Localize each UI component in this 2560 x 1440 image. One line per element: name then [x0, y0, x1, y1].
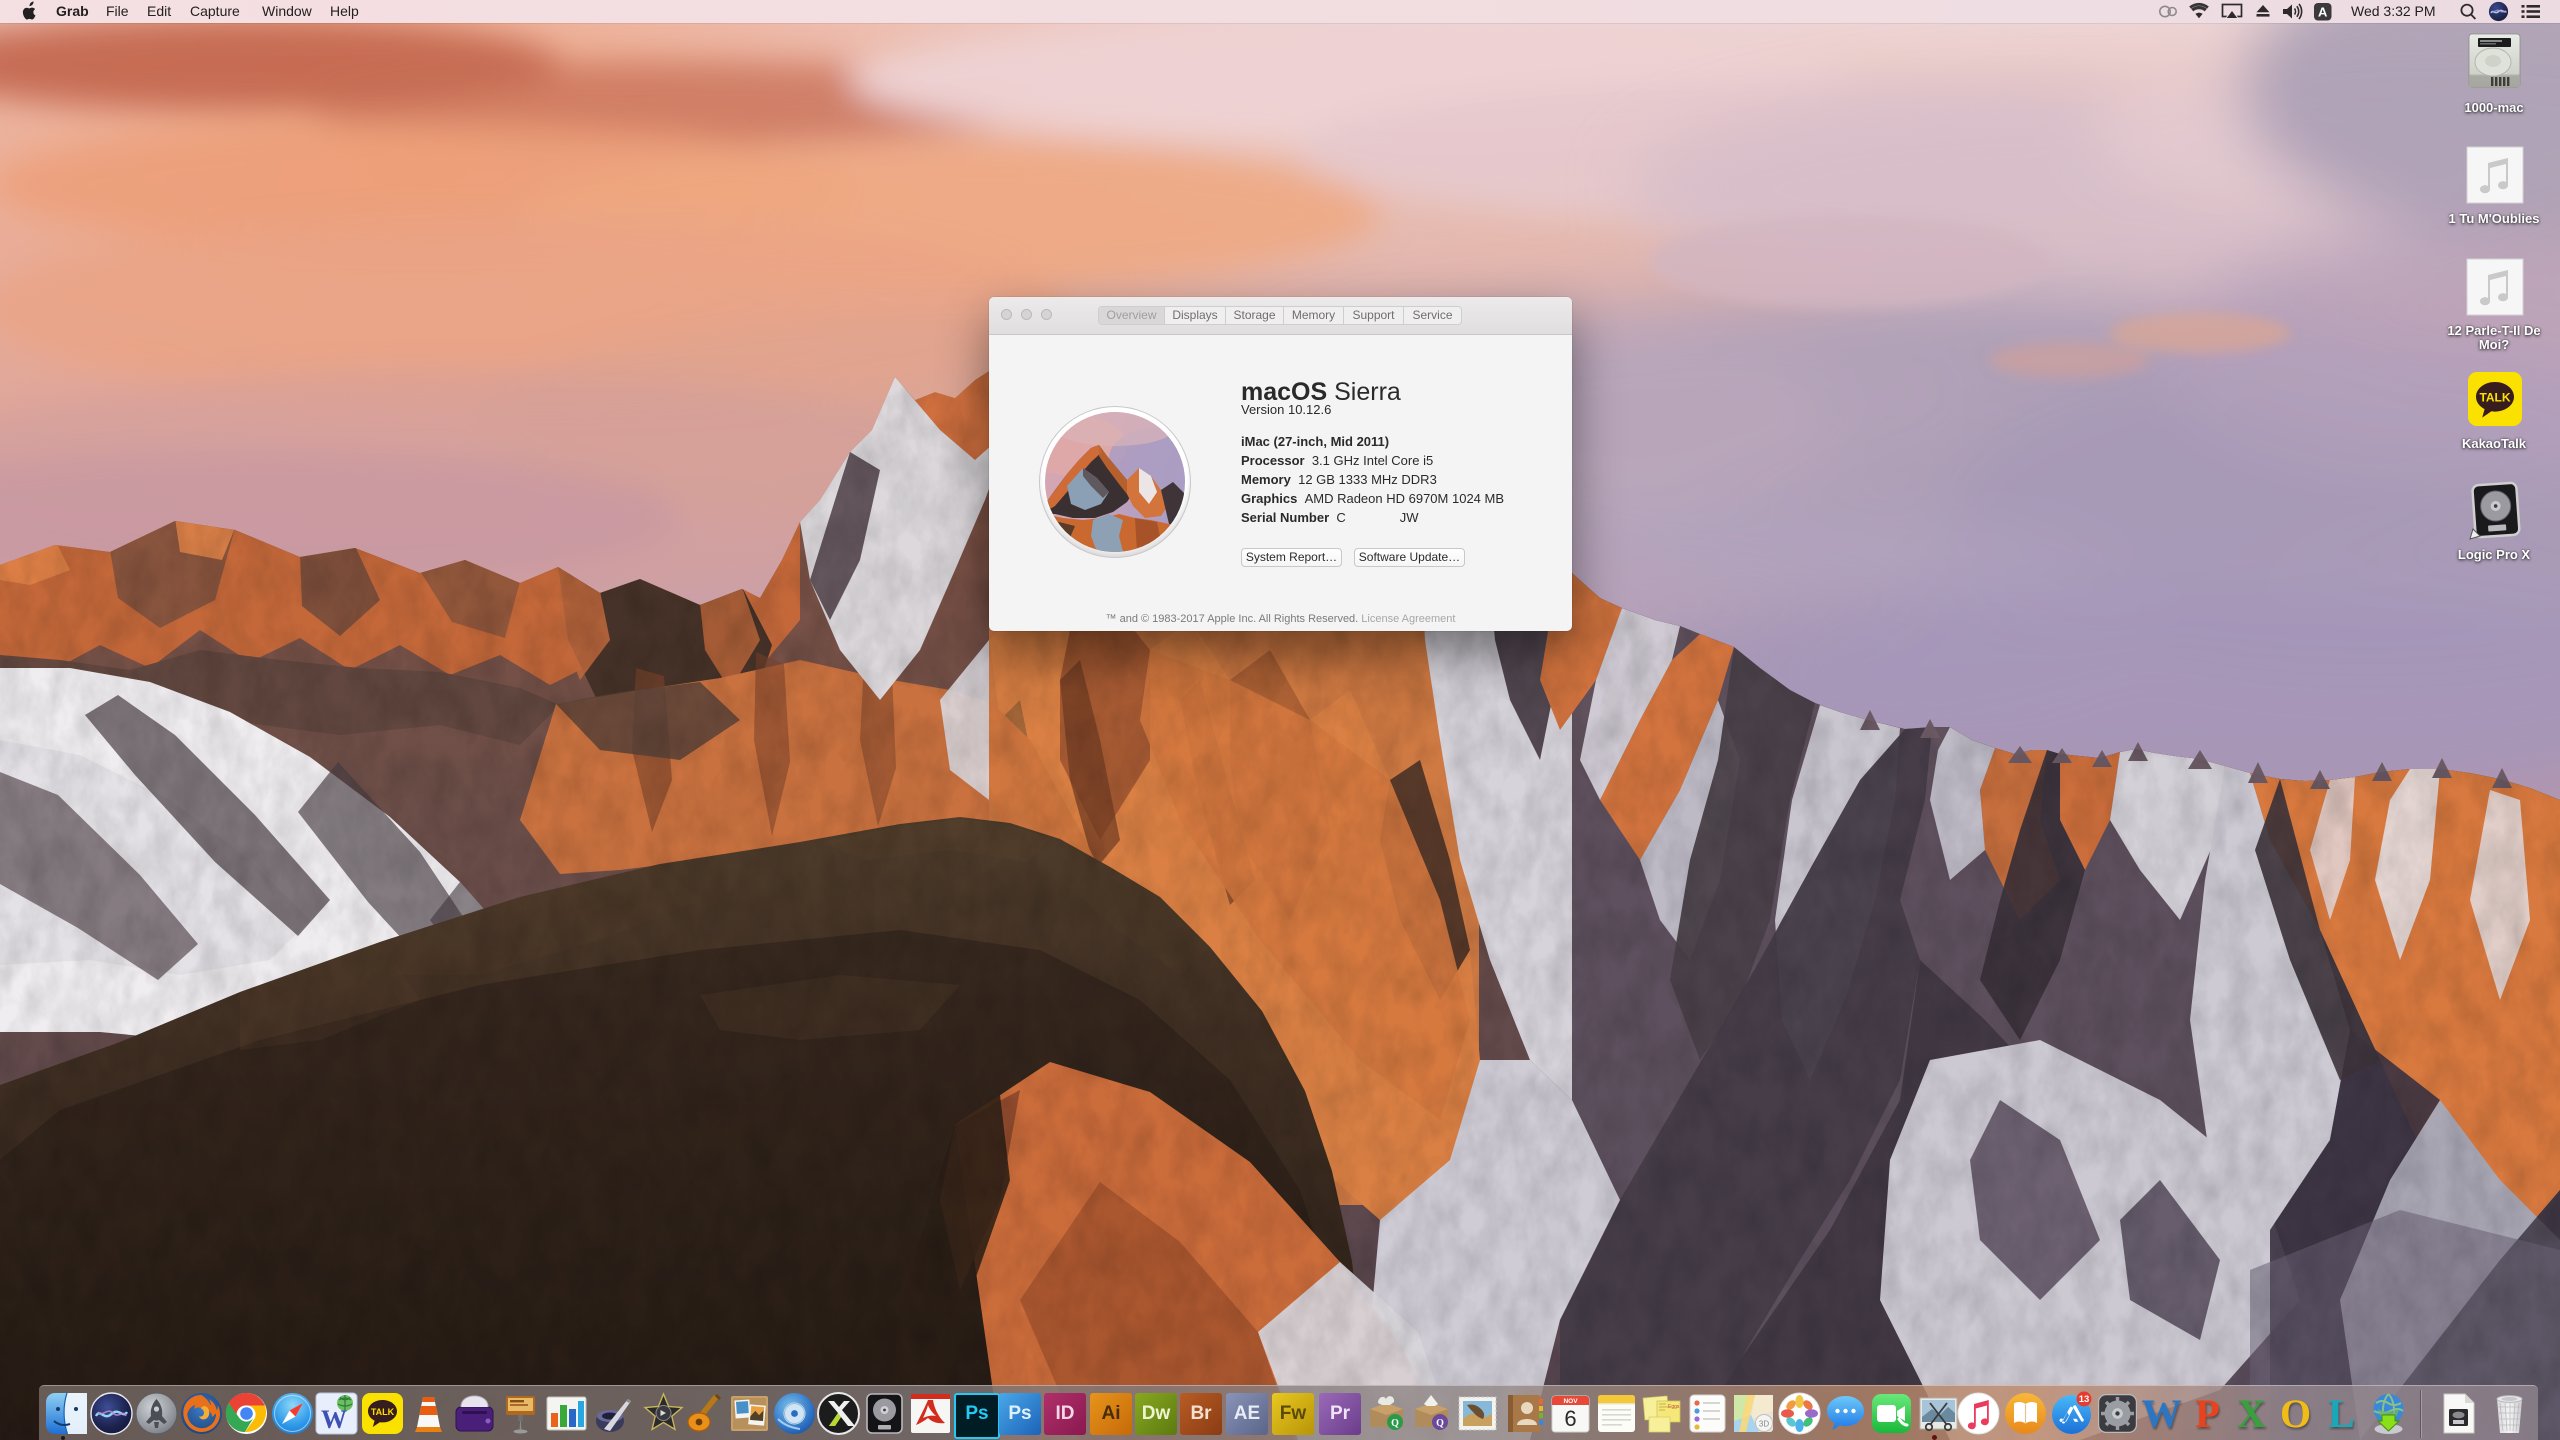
- svg-text:TALK: TALK: [2479, 391, 2510, 405]
- svg-text:Q: Q: [1391, 1418, 1399, 1429]
- svg-text:A: A: [2318, 5, 2328, 20]
- svg-text:TALK: TALK: [371, 1407, 395, 1417]
- svg-text:6: 6: [1564, 1406, 1576, 1431]
- svg-text:Eggs: Eggs: [1668, 1404, 1680, 1410]
- svg-text:13: 13: [2079, 1394, 2090, 1405]
- svg-text:W: W: [321, 1405, 347, 1434]
- svg-text:3D: 3D: [1759, 1420, 1769, 1429]
- svg-text:Q: Q: [1436, 1418, 1444, 1429]
- svg-text:NOV: NOV: [1563, 1398, 1578, 1405]
